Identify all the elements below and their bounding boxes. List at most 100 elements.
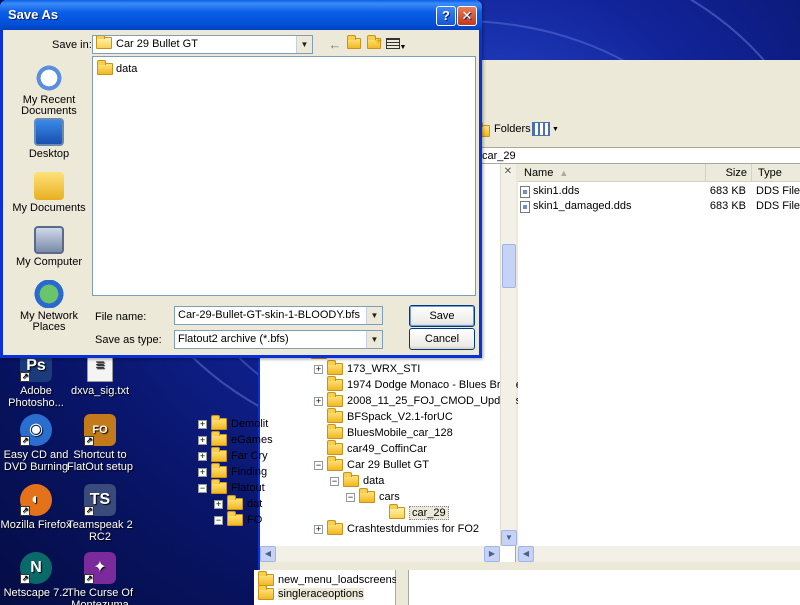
- dialog-title: Save As: [8, 7, 59, 22]
- help-button[interactable]: ?: [436, 6, 456, 26]
- desktop-icon-montezuma[interactable]: ✦ ↗ The Curse Of Montezuma: [64, 552, 136, 605]
- close-button[interactable]: ✕: [457, 6, 477, 26]
- place-network-places[interactable]: My Network Places: [9, 280, 89, 333]
- place-desktop[interactable]: Desktop: [9, 118, 89, 160]
- tree-scrollbar-vertical[interactable]: ▼: [500, 164, 517, 546]
- folder-icon: [97, 60, 113, 75]
- place-my-computer[interactable]: My Computer: [9, 226, 89, 268]
- folder-icon: [227, 511, 243, 526]
- network-places-icon: [34, 280, 64, 308]
- list-pane-lower: [408, 570, 800, 605]
- views-button[interactable]: ▼: [532, 118, 562, 140]
- chevron-down-icon: ▼: [552, 125, 559, 133]
- expand-toggle-icon[interactable]: −: [198, 483, 207, 493]
- place-label: My Computer: [15, 256, 83, 268]
- desktop-icon-firefox[interactable]: ◐ ↗ Mozilla Firefox: [0, 484, 72, 531]
- file-type: DDS File: [756, 200, 800, 212]
- scroll-right-arrow[interactable]: ▶: [484, 546, 500, 562]
- folder-icon: [327, 376, 343, 391]
- views-icon: [532, 122, 550, 136]
- folder-icon: [343, 472, 359, 487]
- folder-icon: [327, 408, 343, 423]
- folder-item-data[interactable]: data: [97, 60, 137, 75]
- column-header-size[interactable]: Size: [706, 164, 752, 182]
- scroll-left-arrow[interactable]: ◀: [518, 546, 534, 562]
- up-folder-icon[interactable]: [345, 35, 363, 53]
- place-my-documents[interactable]: My Documents: [9, 172, 89, 214]
- save-in-combo[interactable]: Car 29 Bullet GT ▼: [92, 35, 313, 54]
- cancel-button[interactable]: Cancel: [409, 328, 475, 350]
- expand-toggle-icon[interactable]: +: [314, 524, 323, 534]
- tree-item[interactable]: car49_CoffinCar: [314, 440, 427, 457]
- save-button[interactable]: Save: [409, 305, 475, 327]
- tree-item[interactable]: − Car 29 Bullet GT: [314, 456, 429, 473]
- desktop-icon-netscape[interactable]: N ↗ Netscape 7.2: [0, 552, 72, 599]
- expand-toggle-icon[interactable]: +: [314, 396, 323, 406]
- expand-toggle-icon[interactable]: +: [198, 435, 207, 445]
- file-row[interactable]: skin1_damaged.dds 683 KB DDS File: [518, 199, 800, 214]
- tree-item[interactable]: + dat: [214, 495, 263, 512]
- place-recent-documents[interactable]: My Recent Documents: [9, 64, 89, 117]
- desktop-icon-teamspeak[interactable]: TS ↗ Teamspeak 2 RC2: [64, 484, 136, 543]
- save-type-select[interactable]: Flatout2 archive (*.bfs) ▼: [174, 330, 383, 349]
- back-arrow-icon[interactable]: ←: [326, 37, 344, 53]
- desktop-icon-label: Teamspeak 2 RC2: [67, 519, 133, 543]
- tree-item[interactable]: + Crashtestdummies for FO2: [314, 520, 480, 537]
- desktop-icon: [34, 118, 64, 146]
- desktop-icon-flatout-setup[interactable]: FO ↗ Shortcut to FlatOut setup: [64, 414, 136, 473]
- scrollbar-thumb[interactable]: [502, 244, 516, 288]
- folder-icon: [327, 360, 343, 375]
- folder-icon: [211, 447, 227, 462]
- expand-toggle-icon[interactable]: −: [214, 515, 223, 525]
- tree-item[interactable]: BFSpack_V2.1-forUC: [314, 408, 453, 425]
- scroll-left-arrow[interactable]: ◀: [260, 546, 276, 562]
- tree-scrollbar-horizontal[interactable]: ◀ ▶: [260, 546, 500, 562]
- chevron-down-icon[interactable]: ▼: [296, 36, 312, 53]
- tree-item[interactable]: + eGames: [198, 431, 273, 448]
- desktop-icon-easy-cd[interactable]: ◉ ↗ Easy CD and DVD Burning: [0, 414, 72, 473]
- tree-item[interactable]: + Far Cry: [198, 447, 268, 464]
- expand-toggle-icon[interactable]: −: [330, 476, 339, 486]
- desktop-icon-label: Shortcut to FlatOut setup: [66, 449, 134, 473]
- folder-icon: [211, 415, 227, 430]
- tree-item[interactable]: BluesMobile_car_128: [314, 424, 453, 441]
- tree-item[interactable]: − data: [330, 472, 384, 489]
- expand-toggle-icon[interactable]: +: [198, 467, 207, 477]
- new-folder-icon[interactable]: ✳: [365, 35, 383, 53]
- tree-item[interactable]: +173_WRX_STI: [314, 360, 420, 377]
- dds-file-icon: [520, 200, 530, 213]
- dialog-file-area[interactable]: data: [92, 56, 476, 296]
- file-name-input[interactable]: Car-29-Bullet-GT-skin-1-BLOODY.bfs ▼: [174, 306, 383, 325]
- tree-item-label: eGames: [231, 434, 273, 446]
- tree-item[interactable]: + Finding: [198, 463, 267, 480]
- chevron-down-icon[interactable]: ▼: [366, 331, 382, 348]
- desktop-icon-photoshop[interactable]: Ps ↗ Adobe Photosho...: [0, 350, 72, 409]
- column-header-name[interactable]: Name ▲: [518, 164, 706, 182]
- tree-item[interactable]: car_29: [376, 504, 449, 521]
- expand-toggle-icon[interactable]: +: [314, 364, 323, 374]
- tree-item-label: dat: [247, 498, 263, 510]
- tree-item[interactable]: − cars: [346, 488, 400, 505]
- column-header-type[interactable]: Type: [752, 164, 800, 182]
- expand-toggle-icon[interactable]: +: [214, 499, 223, 509]
- tree-item[interactable]: − FO: [214, 511, 262, 528]
- tree-item[interactable]: + Demolit: [198, 415, 268, 432]
- view-menu-icon[interactable]: ▼: [385, 37, 407, 53]
- file-row[interactable]: skin1.dds 683 KB DDS File: [518, 184, 800, 199]
- tree-item-label: singleraceoptions: [278, 588, 364, 600]
- expand-toggle-icon[interactable]: +: [198, 419, 207, 429]
- scroll-down-arrow[interactable]: ▼: [501, 530, 517, 546]
- address-bar[interactable]: car_29: [480, 148, 800, 164]
- expand-toggle-icon[interactable]: +: [198, 451, 207, 461]
- folder-icon: [258, 585, 274, 600]
- dialog-titlebar[interactable]: Save As ? ✕: [0, 0, 482, 30]
- expand-toggle-icon[interactable]: −: [346, 492, 355, 502]
- tree-item[interactable]: − Flatout: [198, 479, 265, 496]
- tree-item-label: Crashtestdummies for FO2: [347, 523, 480, 535]
- chevron-down-icon[interactable]: ▼: [366, 307, 382, 324]
- close-icon[interactable]: ✕: [500, 164, 516, 180]
- list-scrollbar-horizontal[interactable]: ◀: [518, 546, 800, 562]
- tree-item[interactable]: singleraceoptions: [258, 585, 364, 602]
- expand-toggle-icon[interactable]: −: [314, 460, 323, 470]
- help-icon: ?: [442, 8, 450, 23]
